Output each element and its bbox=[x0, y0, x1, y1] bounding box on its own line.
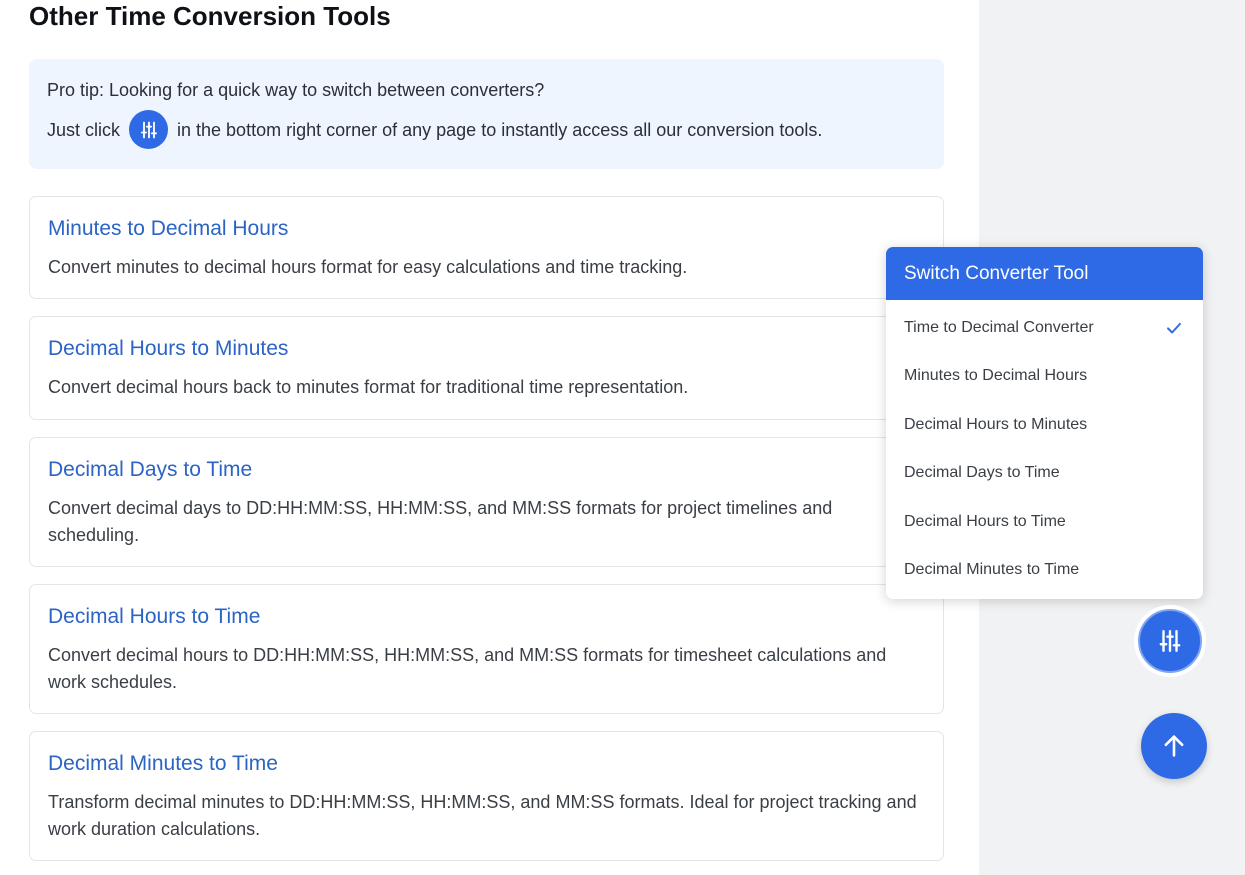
arrow-up-icon bbox=[1164, 735, 1184, 757]
sliders-icon bbox=[129, 110, 169, 149]
tool-card-title[interactable]: Decimal Hours to Time bbox=[48, 604, 260, 630]
tool-card-title[interactable]: Decimal Minutes to Time bbox=[48, 751, 278, 777]
switcher-item-label: Decimal Hours to Time bbox=[904, 512, 1066, 530]
switcher-item-decimal-days-to-time[interactable]: Decimal Days to Time bbox=[886, 449, 1203, 497]
tool-card-description: Convert decimal days to DD:HH:MM:SS, HH:… bbox=[48, 498, 833, 545]
tool-card-description: Transform decimal minutes to DD:HH:MM:SS… bbox=[48, 792, 917, 839]
tool-card[interactable]: Decimal Hours to Minutes Convert decimal… bbox=[29, 316, 944, 420]
switcher-item-minutes-to-decimal-hours[interactable]: Minutes to Decimal Hours bbox=[886, 352, 1203, 400]
pro-tip-text-after: in the bottom right corner of any page t… bbox=[177, 119, 823, 140]
pro-tip-instruction: Just click in the bottom right corner of… bbox=[47, 110, 926, 149]
converter-switcher-button-inner[interactable] bbox=[1138, 609, 1202, 673]
switcher-item-label: Minutes to Decimal Hours bbox=[904, 367, 1088, 385]
tool-card-description: Convert minutes to decimal hours format … bbox=[48, 257, 688, 277]
switcher-item-decimal-minutes-to-time[interactable]: Decimal Minutes to Time bbox=[886, 546, 1203, 594]
page-title: Other Time Conversion Tools bbox=[29, 1, 391, 31]
tool-card[interactable]: Decimal Days to Time Convert decimal day… bbox=[29, 437, 944, 567]
tool-card-title[interactable]: Minutes to Decimal Hours bbox=[48, 216, 288, 242]
sliders-icon bbox=[1159, 630, 1181, 652]
tool-card[interactable]: Decimal Hours to Time Convert decimal ho… bbox=[29, 584, 944, 714]
converter-switcher-button[interactable] bbox=[1134, 605, 1206, 677]
check-icon bbox=[1167, 322, 1181, 334]
converter-switcher-menu: Switch Converter Tool Time to Decimal Co… bbox=[886, 247, 1203, 599]
scroll-to-top-button[interactable] bbox=[1141, 713, 1207, 779]
switcher-item-decimal-hours-to-time[interactable]: Decimal Hours to Time bbox=[886, 498, 1203, 546]
switcher-item-time-to-decimal[interactable]: Time to Decimal Converter bbox=[886, 304, 1203, 352]
switcher-item-label: Decimal Days to Time bbox=[904, 464, 1060, 482]
tool-card[interactable]: Minutes to Decimal Hours Convert minutes… bbox=[29, 196, 944, 299]
pro-tip-box: Pro tip: Looking for a quick way to swit… bbox=[29, 59, 944, 169]
pro-tip-text: Pro tip: Looking for a quick way to swit… bbox=[47, 80, 545, 100]
tool-card-description: Convert decimal hours back to minutes fo… bbox=[48, 377, 689, 397]
tool-card-description: Convert decimal hours to DD:HH:MM:SS, HH… bbox=[48, 645, 887, 692]
switcher-item-label: Decimal Minutes to Time bbox=[904, 560, 1080, 578]
switcher-item-decimal-hours-to-minutes[interactable]: Decimal Hours to Minutes bbox=[886, 401, 1203, 449]
converter-switcher-list: Time to Decimal Converter Minutes to Dec… bbox=[886, 300, 1203, 594]
main-content: Other Time Conversion Tools Pro tip: Loo… bbox=[0, 0, 979, 875]
switcher-item-label: Decimal Hours to Minutes bbox=[904, 415, 1088, 433]
tool-card-title[interactable]: Decimal Hours to Minutes bbox=[48, 336, 288, 362]
pro-tip-text-before: Just click bbox=[47, 119, 121, 140]
switcher-item-label: Time to Decimal Converter bbox=[904, 319, 1094, 336]
tool-card[interactable]: Decimal Minutes to Time Transform decima… bbox=[29, 731, 944, 861]
tool-card-title[interactable]: Decimal Days to Time bbox=[48, 457, 252, 483]
converter-switcher-header: Switch Converter Tool bbox=[886, 247, 1203, 300]
